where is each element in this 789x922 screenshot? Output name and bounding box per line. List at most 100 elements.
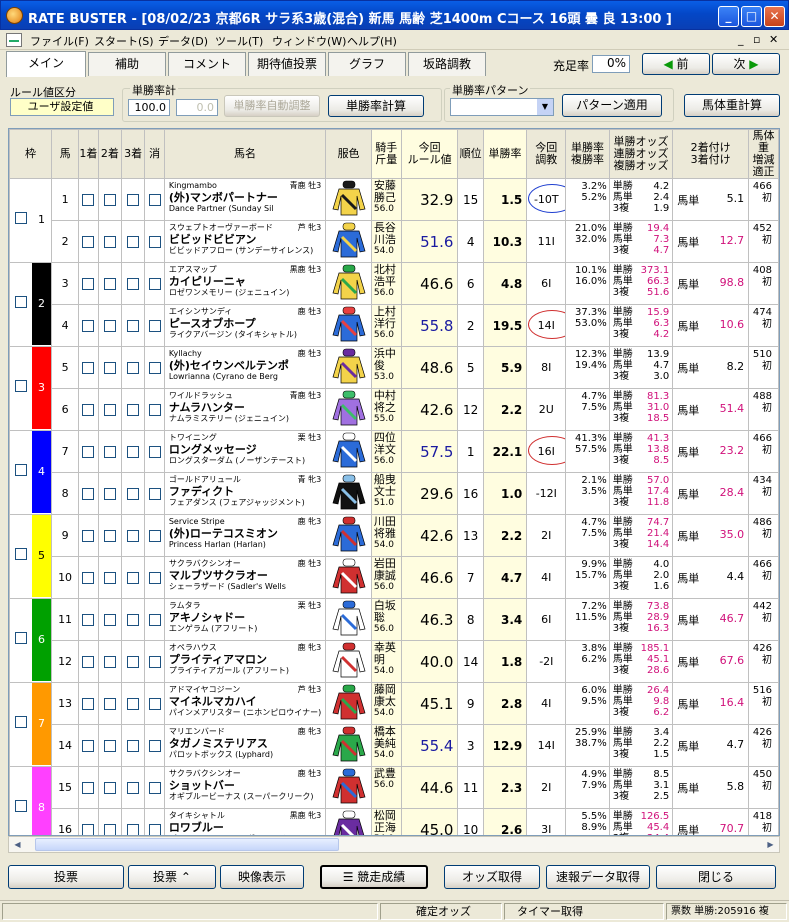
header-win-place-pct[interactable]: 単勝率 複勝率 xyxy=(565,129,610,179)
quick-data-button[interactable]: 速報データ取得 xyxy=(546,865,650,889)
erase-check[interactable] xyxy=(144,514,165,557)
vote-button[interactable]: 投票 xyxy=(8,865,124,889)
third-check[interactable] xyxy=(120,766,146,809)
table-row[interactable]: 3 5 Kyllachy 鹿 牡3 (外)セイウンベルテンポ Lowrianna (Cyr… xyxy=(9,346,779,431)
header-1st[interactable]: 1着 xyxy=(78,129,99,179)
header-training[interactable]: 今回 調教 xyxy=(526,129,567,179)
horse-name-cell[interactable]: Kyllachy 鹿 牡3 (外)セイウンベルテンポ Lowrianna (Cyran… xyxy=(163,346,327,389)
winrate-calc-button[interactable]: 単勝率計算 xyxy=(328,95,424,117)
menu-window[interactable]: ウィンドウ(W) xyxy=(272,33,346,49)
minimize-button[interactable]: _ xyxy=(718,6,739,27)
second-check[interactable] xyxy=(97,304,123,347)
pattern-select[interactable]: ▼ xyxy=(450,98,554,116)
third-check[interactable] xyxy=(120,640,146,683)
waku-checkbox[interactable] xyxy=(15,212,27,224)
erase-check[interactable] xyxy=(144,808,165,835)
tab-graph[interactable]: グラフ xyxy=(328,52,406,76)
first-check[interactable] xyxy=(78,598,99,641)
erase-check[interactable] xyxy=(144,346,165,389)
third-check[interactable] xyxy=(120,682,146,725)
table-row[interactable]: 2 スウェプトオーヴァーボード 芦 牝3 ビビッドビビアン ビビッドアフロー (サンデー… xyxy=(10,220,779,263)
menu-start[interactable]: スタート(S) xyxy=(94,33,154,49)
maximize-button[interactable]: □ xyxy=(741,6,762,27)
erase-check[interactable] xyxy=(144,388,165,431)
second-check[interactable] xyxy=(97,682,123,725)
second-check[interactable] xyxy=(97,598,123,641)
table-row[interactable]: 4 7 トワイニング 栗 牡3 ロングメッセージ ロングスターダム (ノーザンテースト) 四… xyxy=(9,430,779,515)
erase-check[interactable] xyxy=(144,304,165,347)
scroll-thumb[interactable] xyxy=(35,838,339,851)
header-3rd[interactable]: 3着 xyxy=(120,129,146,179)
third-check[interactable] xyxy=(120,388,146,431)
horse-weight-calc-button[interactable]: 馬体重計算 xyxy=(684,94,780,117)
header-winrate[interactable]: 単勝率 xyxy=(482,129,528,179)
dropdown-arrow-icon[interactable]: ▼ xyxy=(537,99,553,115)
tab-main[interactable]: メイン xyxy=(6,51,86,77)
third-check[interactable] xyxy=(120,304,146,347)
mdi-close-button[interactable]: ✕ xyxy=(769,33,778,46)
odds-fetch-button[interactable]: オッズ取得 xyxy=(444,865,540,889)
juteiritsu-field[interactable]: 0% xyxy=(592,55,630,73)
table-row[interactable]: 6 ワイルドラッシュ 青鹿 牡3 ナムラハンター ナムラミステリー (ジェニュイン) 中村… xyxy=(10,388,779,431)
waku-checkbox[interactable] xyxy=(15,716,27,728)
header-waku[interactable]: 枠 xyxy=(9,129,52,179)
tab-support[interactable]: 補助 xyxy=(88,52,166,76)
erase-check[interactable] xyxy=(144,262,165,305)
erase-check[interactable] xyxy=(144,430,165,473)
third-check[interactable] xyxy=(120,514,146,557)
first-check[interactable] xyxy=(78,724,99,767)
waku-checkbox[interactable] xyxy=(15,464,27,476)
erase-check[interactable] xyxy=(144,724,165,767)
erase-check[interactable] xyxy=(144,220,165,263)
third-check[interactable] xyxy=(120,262,146,305)
waku-checkbox[interactable] xyxy=(15,296,27,308)
first-check[interactable] xyxy=(78,472,99,515)
tansho-second-field[interactable]: 0.0 xyxy=(176,99,218,116)
waku-checkbox[interactable] xyxy=(15,380,27,392)
second-check[interactable] xyxy=(97,724,123,767)
first-check[interactable] xyxy=(78,346,99,389)
first-check[interactable] xyxy=(78,766,99,809)
prev-button[interactable]: ◀ 前 xyxy=(642,53,710,75)
first-check[interactable] xyxy=(78,682,99,725)
scroll-left-icon[interactable]: ◀ xyxy=(10,838,25,851)
waku-checkbox[interactable] xyxy=(15,548,27,560)
first-check[interactable] xyxy=(78,430,99,473)
second-check[interactable] xyxy=(97,640,123,683)
scroll-right-icon[interactable]: ▶ xyxy=(763,838,778,851)
third-check[interactable] xyxy=(120,472,146,515)
first-check[interactable] xyxy=(78,304,99,347)
second-check[interactable] xyxy=(97,262,123,305)
erase-check[interactable] xyxy=(144,766,165,809)
mdi-restore-button[interactable]: ▫ xyxy=(753,33,760,46)
second-check[interactable] xyxy=(97,472,123,515)
auto-adjust-button[interactable]: 単勝率自動調整 xyxy=(224,95,320,117)
horse-name-cell[interactable]: ワイルドラッシュ 青鹿 牡3 ナムラハンター ナムラミステリー (ジェニュイン) xyxy=(163,388,327,431)
tansho-total-field[interactable]: 100.0 xyxy=(128,99,170,116)
first-check[interactable] xyxy=(78,178,99,221)
menu-help[interactable]: ヘルプ(H) xyxy=(347,33,397,49)
horse-name-cell[interactable]: エアスマップ 黒鹿 牡3 カイピリーニャ ロゼワンメモリー (ジェニュイン) xyxy=(163,262,327,305)
header-2nd[interactable]: 2着 xyxy=(97,129,123,179)
second-check[interactable] xyxy=(97,220,123,263)
first-check[interactable] xyxy=(78,808,99,835)
second-check[interactable] xyxy=(97,178,123,221)
erase-check[interactable] xyxy=(144,598,165,641)
tab-hill-training[interactable]: 坂路調教 xyxy=(408,52,486,76)
mdi-minimize-button[interactable]: _ xyxy=(738,33,744,46)
horizontal-scrollbar[interactable]: ◀ ▶ xyxy=(8,836,780,853)
waku-checkbox[interactable] xyxy=(15,800,27,812)
vote-menu-button[interactable]: 投票 ⌃ xyxy=(128,865,216,889)
first-check[interactable] xyxy=(78,514,99,557)
header-rank[interactable]: 順位 xyxy=(457,129,484,179)
erase-check[interactable] xyxy=(144,472,165,515)
header-odds[interactable]: 単勝オッズ 連勝オッズ 複勝オッズ xyxy=(608,129,674,179)
next-button[interactable]: 次 ▶ xyxy=(712,53,780,75)
table-row[interactable]: 12 オペラハウス 鹿 牝3 プライティアマロン プライティアガール (アフリート) 幸英… xyxy=(10,640,779,683)
horse-name-cell[interactable]: ラムタラ 栗 牡3 アキノシャドー エンゲラム (アフリート) xyxy=(163,598,327,641)
waku-checkbox[interactable] xyxy=(15,632,27,644)
header-name[interactable]: 馬名 xyxy=(163,129,327,179)
pattern-apply-button[interactable]: パターン適用 xyxy=(562,94,662,117)
table-row[interactable]: 6 11 ラムタラ栗 牡3 アキノシャドー エンゲラム (アフリート) 白坂 聡 56.0 4… xyxy=(9,598,779,683)
tab-expected-vote[interactable]: 期待値投票 xyxy=(248,52,326,76)
